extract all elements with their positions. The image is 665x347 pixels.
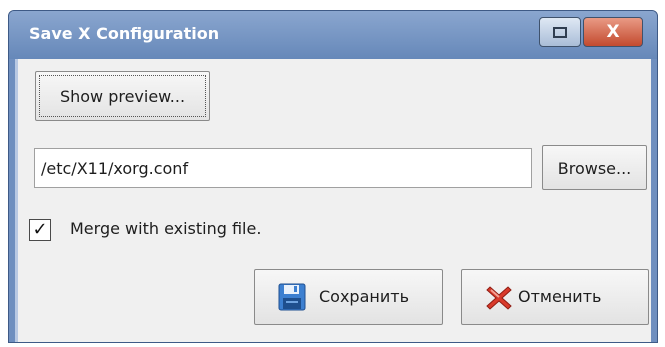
dialog-body: Show preview... Browse... ✓ Merge with e… bbox=[15, 59, 651, 342]
restore-icon bbox=[553, 27, 567, 38]
floppy-disk-icon bbox=[278, 283, 306, 311]
save-button[interactable]: Сохранить bbox=[254, 269, 443, 325]
save-button-label: Сохранить bbox=[319, 287, 409, 306]
restore-button[interactable] bbox=[539, 17, 581, 47]
show-preview-button[interactable]: Show preview... bbox=[35, 71, 210, 121]
close-button[interactable]: X bbox=[583, 17, 643, 47]
close-icon: X bbox=[606, 22, 620, 42]
cancel-button-label: Отменить bbox=[518, 287, 602, 306]
config-path-input[interactable] bbox=[34, 148, 532, 188]
cancel-button[interactable]: Отменить bbox=[461, 269, 649, 325]
browse-button[interactable]: Browse... bbox=[542, 145, 647, 190]
merge-checkbox-label[interactable]: Merge with existing file. bbox=[70, 219, 261, 238]
merge-checkbox[interactable]: ✓ bbox=[29, 219, 51, 241]
save-x-configuration-dialog: Save X Configuration X Show preview... B… bbox=[8, 10, 658, 343]
title-bar[interactable]: Save X Configuration X bbox=[9, 11, 657, 59]
window-title: Save X Configuration bbox=[29, 24, 220, 43]
red-x-icon bbox=[486, 286, 512, 310]
